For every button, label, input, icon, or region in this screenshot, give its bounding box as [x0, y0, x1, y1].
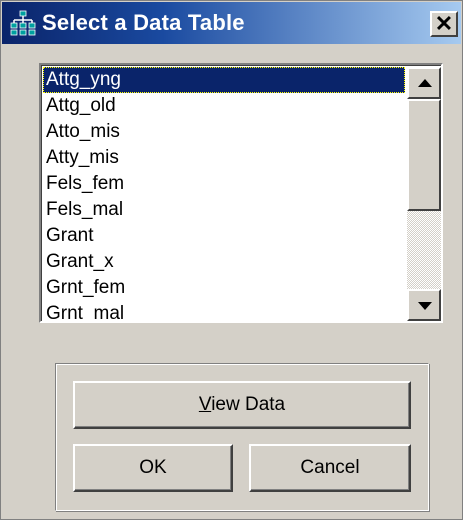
vertical-scrollbar[interactable]	[407, 67, 441, 321]
arrow-up-icon	[418, 79, 432, 87]
view-data-label: iew Data	[211, 394, 286, 415]
ok-button[interactable]: OK	[73, 444, 233, 492]
view-data-button[interactable]: View Data	[73, 381, 411, 429]
scroll-up-button[interactable]	[407, 67, 441, 99]
list-item[interactable]: Fels_mal	[43, 197, 405, 223]
cancel-button[interactable]: Cancel	[249, 444, 411, 492]
list-item[interactable]: Grnt_mal	[43, 301, 405, 321]
scrollbar-thumb[interactable]	[407, 99, 441, 211]
list-item[interactable]: Atto_mis	[43, 119, 405, 145]
list-item[interactable]: Fels_fem	[43, 171, 405, 197]
close-button[interactable]: ✕	[430, 11, 458, 37]
list-item[interactable]: Grnt_fem	[43, 275, 405, 301]
scroll-down-button[interactable]	[407, 289, 441, 321]
list-item[interactable]: Grant_x	[43, 249, 405, 275]
list-item[interactable]: Atty_mis	[43, 145, 405, 171]
list-item[interactable]: Attg_yng	[43, 67, 405, 93]
select-data-table-dialog: Select a Data Table ✕ Attg_yng Attg_old …	[0, 0, 463, 520]
data-table-listbox[interactable]: Attg_yng Attg_old Atto_mis Atty_mis Fels…	[39, 63, 443, 323]
list-item[interactable]: Attg_old	[43, 93, 405, 119]
title-bar[interactable]: Select a Data Table ✕	[2, 2, 461, 44]
arrow-down-icon	[418, 302, 432, 310]
list-item[interactable]: Grant	[43, 223, 405, 249]
window-title: Select a Data Table	[42, 10, 245, 35]
list-items: Attg_yng Attg_old Atto_mis Atty_mis Fels…	[43, 67, 405, 321]
data-hierarchy-icon	[10, 10, 36, 36]
view-data-accelerator: V	[198, 394, 212, 415]
close-icon: ✕	[434, 11, 454, 36]
